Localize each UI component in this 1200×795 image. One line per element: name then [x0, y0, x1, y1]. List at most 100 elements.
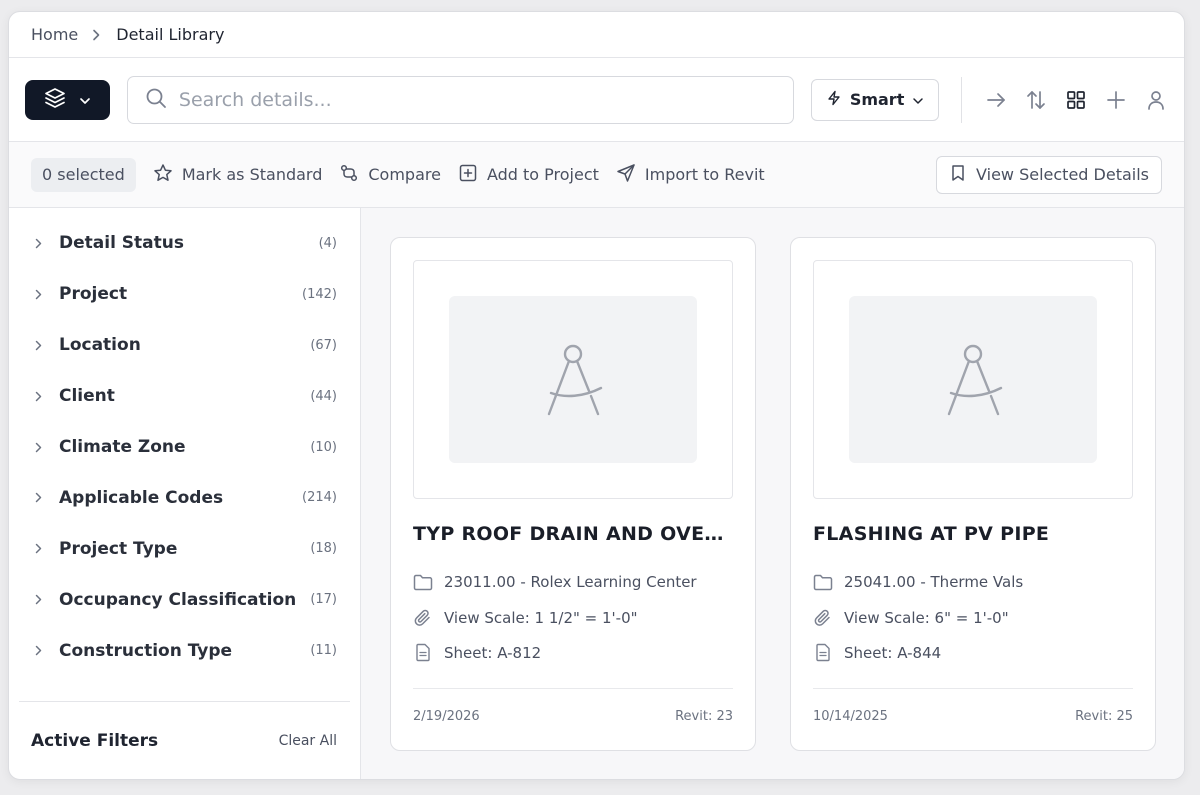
add-to-project-button[interactable]: Add to Project [458, 163, 599, 187]
card-sheet: Sheet: A-812 [413, 643, 541, 662]
chevron-right-icon [35, 442, 45, 453]
toolbar-divider [961, 76, 963, 123]
user-icon[interactable] [1144, 88, 1168, 112]
bookmark-icon [950, 164, 966, 186]
facet-label: Detail Status [59, 233, 185, 254]
action-bar: 0 selected Mark as Standard Compare Add … [9, 142, 1184, 208]
card-project-text: 23011.00 - Rolex Learning Center [444, 573, 697, 591]
facet-count: (214) [302, 490, 337, 506]
smart-search-dropdown[interactable]: Smart [811, 78, 940, 121]
card-scale-text: View Scale: 6" = 1'-0" [844, 609, 1009, 627]
selection-count: 0 selected [31, 157, 136, 192]
card-scale: View Scale: 6" = 1'-0" [813, 608, 1009, 628]
toolbar-icon-group [984, 88, 1168, 112]
app-window: Home Detail Library Search details... Sm… [8, 11, 1185, 780]
facet-label: Location [59, 335, 141, 356]
detail-thumbnail [413, 260, 733, 499]
view-selected-label: View Selected Details [976, 165, 1149, 184]
card-date: 2/19/2026 [413, 709, 480, 724]
facet-project[interactable]: Project (142) [9, 269, 360, 320]
facet-list: Detail Status (4) Project (142) Location (67)… [9, 218, 360, 676]
facet-detail-status[interactable]: Detail Status (4) [9, 218, 360, 269]
card-date: 10/14/2025 [813, 709, 888, 724]
chevron-right-icon [35, 492, 45, 503]
thumbnail-placeholder [849, 296, 1097, 463]
smart-label: Smart [849, 90, 905, 109]
chevron-right-icon [35, 238, 45, 249]
document-icon [413, 643, 433, 662]
chevron-right-icon [35, 543, 45, 554]
layers-icon [43, 86, 67, 114]
clear-all-button[interactable]: Clear All [279, 733, 337, 749]
facet-label: Construction Type [59, 640, 233, 661]
search-icon [145, 87, 167, 113]
chevron-right-icon [35, 594, 45, 605]
facet-count: (67) [310, 337, 337, 353]
chevron-right-icon [92, 29, 100, 41]
send-icon [616, 163, 636, 187]
active-filters-title: Active Filters [31, 730, 159, 751]
active-filters: Active Filters Clear All [19, 701, 350, 779]
chevron-down-icon [79, 90, 91, 109]
breadcrumb: Home Detail Library [9, 12, 1184, 58]
search-box[interactable] [126, 75, 795, 124]
chevron-down-icon [912, 90, 924, 109]
facet-count: (18) [310, 541, 337, 557]
layers-menu-button[interactable] [25, 79, 110, 120]
facet-construction-type[interactable]: Construction Type (11) [9, 625, 360, 676]
facet-label: Occupancy Classification [59, 589, 297, 610]
plus-icon[interactable] [1104, 88, 1128, 112]
card-title: TYP ROOF DRAIN AND OVERFLOW [413, 523, 735, 545]
card-footer: 10/14/2025 Revit: 25 [813, 688, 1133, 724]
filter-sidebar: Detail Status (4) Project (142) Location (67)… [9, 208, 361, 779]
folder-icon [813, 574, 833, 591]
facet-climate-zone[interactable]: Climate Zone (10) [9, 422, 360, 473]
search-input[interactable] [178, 88, 794, 111]
grid-view-icon[interactable] [1064, 88, 1088, 112]
import-to-revit-button[interactable]: Import to Revit [616, 163, 765, 187]
compare-label: Compare [368, 165, 441, 184]
folder-icon [413, 574, 433, 591]
card-scale-text: View Scale: 1 1/2" = 1'-0" [444, 609, 638, 627]
import-to-revit-label: Import to Revit [644, 165, 765, 184]
paperclip-icon [413, 608, 433, 628]
add-to-project-label: Add to Project [486, 165, 599, 184]
facet-count: (10) [310, 439, 337, 455]
toolbar: Smart [9, 58, 1184, 142]
arrow-right-icon[interactable] [984, 88, 1008, 112]
chevron-right-icon [35, 391, 45, 402]
card-sheet-text: Sheet: A-844 [844, 643, 942, 662]
facet-occupancy-classification[interactable]: Occupancy Classification (17) [9, 574, 360, 625]
card-revit-version: Revit: 23 [675, 709, 733, 724]
facet-label: Project Type [59, 538, 178, 559]
card-footer: 2/19/2026 Revit: 23 [413, 688, 733, 724]
card-project: 23011.00 - Rolex Learning Center [413, 573, 697, 591]
facet-location[interactable]: Location (67) [9, 320, 360, 371]
thumbnail-placeholder [449, 296, 697, 463]
mark-standard-button[interactable]: Mark as Standard [153, 163, 323, 187]
sort-icon[interactable] [1024, 88, 1048, 112]
facet-label: Applicable Codes [59, 487, 224, 508]
drafting-compass-icon [533, 338, 613, 422]
facet-client[interactable]: Client (44) [9, 371, 360, 422]
detail-card[interactable]: TYP ROOF DRAIN AND OVERFLOW 23011.00 - Ro… [390, 237, 756, 751]
detail-card[interactable]: FLASHING AT PV PIPE 25041.00 - Therme Val… [790, 237, 1156, 751]
paperclip-icon [813, 608, 833, 628]
facet-applicable-codes[interactable]: Applicable Codes (214) [9, 472, 360, 523]
chevron-right-icon [35, 340, 45, 351]
compare-button[interactable]: Compare [339, 163, 441, 187]
results-grid: TYP ROOF DRAIN AND OVERFLOW 23011.00 - Ro… [361, 208, 1184, 779]
compare-icon [339, 163, 359, 187]
drafting-compass-icon [933, 338, 1013, 422]
chevron-right-icon [35, 289, 45, 300]
chevron-right-icon [35, 645, 45, 656]
breadcrumb-home[interactable]: Home [31, 25, 78, 44]
facet-label: Project [59, 284, 128, 305]
facet-project-type[interactable]: Project Type (18) [9, 523, 360, 574]
mark-standard-label: Mark as Standard [181, 165, 323, 184]
document-icon [813, 643, 833, 662]
facet-count: (142) [302, 286, 337, 302]
view-selected-button[interactable]: View Selected Details [936, 155, 1162, 194]
star-icon [153, 163, 173, 187]
card-title: FLASHING AT PV PIPE [813, 523, 1050, 545]
